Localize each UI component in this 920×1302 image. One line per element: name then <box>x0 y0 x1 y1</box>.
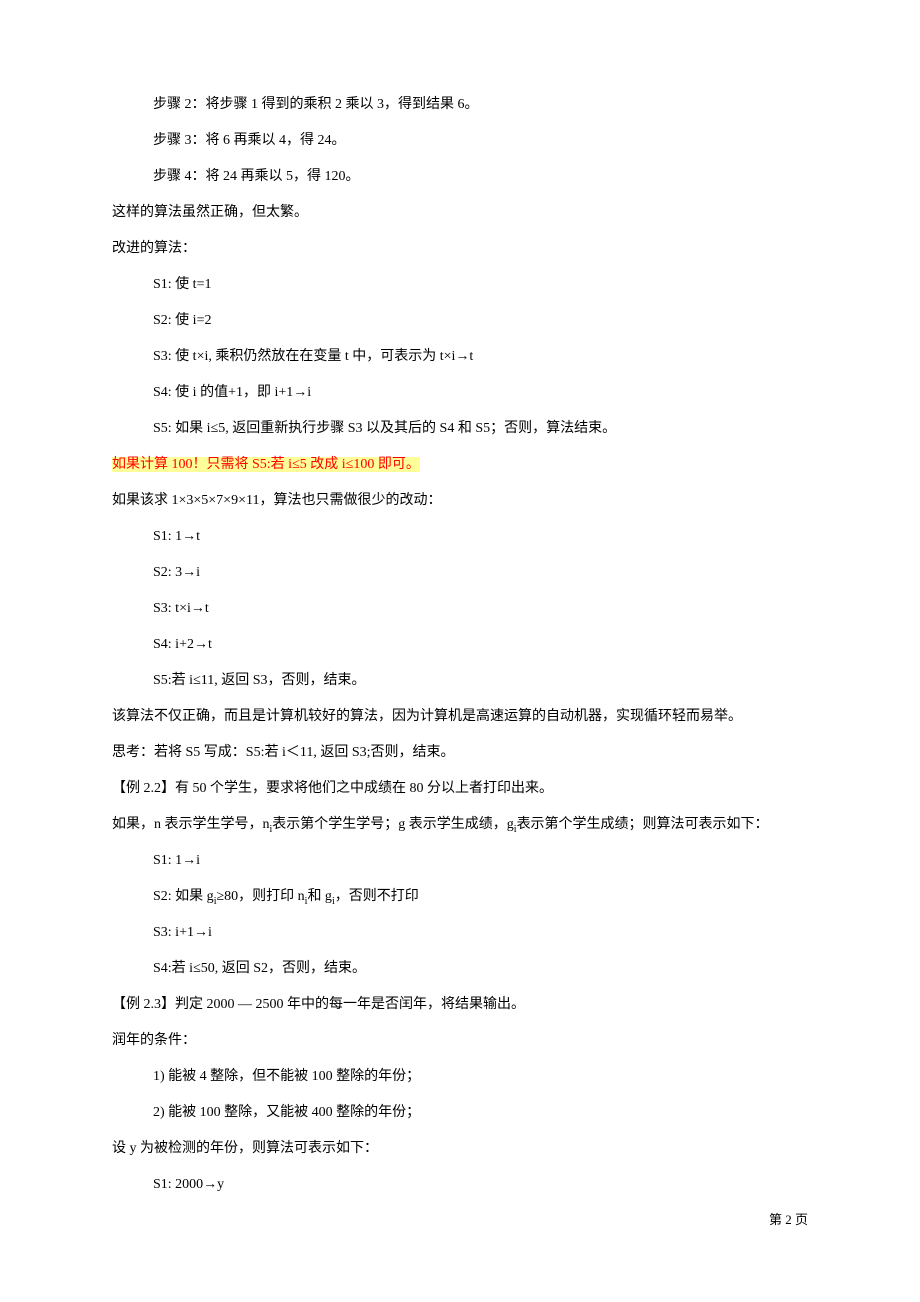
s2-b: S2: 3→i <box>112 562 808 583</box>
s5-b: S5:若 i≤11, 返回 S3，否则，结束。 <box>112 670 808 691</box>
p21-part-b: 表示第个学生学号；g 表示学生成绩，g <box>272 817 514 832</box>
s3-b: S3: t×i→t <box>112 598 808 619</box>
example-2-3: 【例 2.3】判定 2000 — 2500 年中的每一年是否闰年，将结果输出。 <box>112 994 808 1015</box>
s1-b: S1: 1→t <box>112 526 808 547</box>
s4-b: S4: i+2→t <box>112 634 808 655</box>
condition-2: 2) 能被 100 整除，又能被 400 整除的年份； <box>112 1102 808 1123</box>
document-page: 步骤 2：将步骤 1 得到的乘积 2 乘以 3，得到结果 6。 步骤 3：将 6… <box>0 0 920 1302</box>
s1-line: S1: 使 t=1 <box>112 274 808 295</box>
algo-commentary: 该算法不仅正确，而且是计算机较好的算法，因为计算机是高速运算的自动机器，实现循环… <box>112 706 808 727</box>
p21-part-c: 表示第个学生成绩；则算法可表示如下： <box>517 817 769 832</box>
s3-line: S3: 使 t×i, 乘积仍然放在在变量 t 中，可表示为 t×i→t <box>112 346 808 367</box>
p23-part-d: ，否则不打印 <box>335 889 419 904</box>
s1-d: S1: 2000→y <box>112 1174 808 1195</box>
p21-part-a: 如果，n 表示学生学号，n <box>112 817 270 832</box>
p23-part-c: 和 g <box>307 889 332 904</box>
change-note: 如果该求 1×3×5×7×9×11，算法也只需做很少的改动： <box>112 490 808 511</box>
think-note: 思考：若将 S5 写成：S5:若 i＜11, 返回 S3;否则，结束。 <box>112 742 808 763</box>
p23-part-b: ≥80，则打印 n <box>216 889 304 904</box>
example-2-2-desc: 如果，n 表示学生学号，ni表示第个学生学号；g 表示学生成绩，gi表示第个学生… <box>112 814 808 835</box>
step-2: 步骤 2：将步骤 1 得到的乘积 2 乘以 3，得到结果 6。 <box>112 94 808 115</box>
s2-c: S2: 如果 gi≥80，则打印 ni和 gi，否则不打印 <box>112 886 808 907</box>
leap-year-conditions: 润年的条件： <box>112 1030 808 1051</box>
improved-algo-heading: 改进的算法： <box>112 238 808 259</box>
s3-c: S3: i+1→i <box>112 922 808 943</box>
comment-too-complex: 这样的算法虽然正确，但太繁。 <box>112 202 808 223</box>
s5-line: S5: 如果 i≤5, 返回重新执行步骤 S3 以及其后的 S4 和 S5；否则… <box>112 418 808 439</box>
step-4: 步骤 4：将 24 再乘以 5，得 120。 <box>112 166 808 187</box>
condition-1: 1) 能被 4 整除，但不能被 100 整除的年份； <box>112 1066 808 1087</box>
s1-c: S1: 1→i <box>112 850 808 871</box>
y-variable-desc: 设 y 为被检测的年份，则算法可表示如下： <box>112 1138 808 1159</box>
s4-line: S4: 使 i 的值+1，即 i+1→i <box>112 382 808 403</box>
s2-line: S2: 使 i=2 <box>112 310 808 331</box>
page-number: 第 2 页 <box>769 1209 808 1228</box>
p23-part-a: S2: 如果 g <box>153 889 214 904</box>
highlight-span: 如果计算 100！只需将 S5:若 i≤5 改成 i≤100 即可。 <box>112 457 420 472</box>
highlighted-note: 如果计算 100！只需将 S5:若 i≤5 改成 i≤100 即可。 <box>112 454 808 475</box>
step-3: 步骤 3：将 6 再乘以 4，得 24。 <box>112 130 808 151</box>
s4-c: S4:若 i≤50, 返回 S2，否则，结束。 <box>112 958 808 979</box>
example-2-2: 【例 2.2】有 50 个学生，要求将他们之中成绩在 80 分以上者打印出来。 <box>112 778 808 799</box>
